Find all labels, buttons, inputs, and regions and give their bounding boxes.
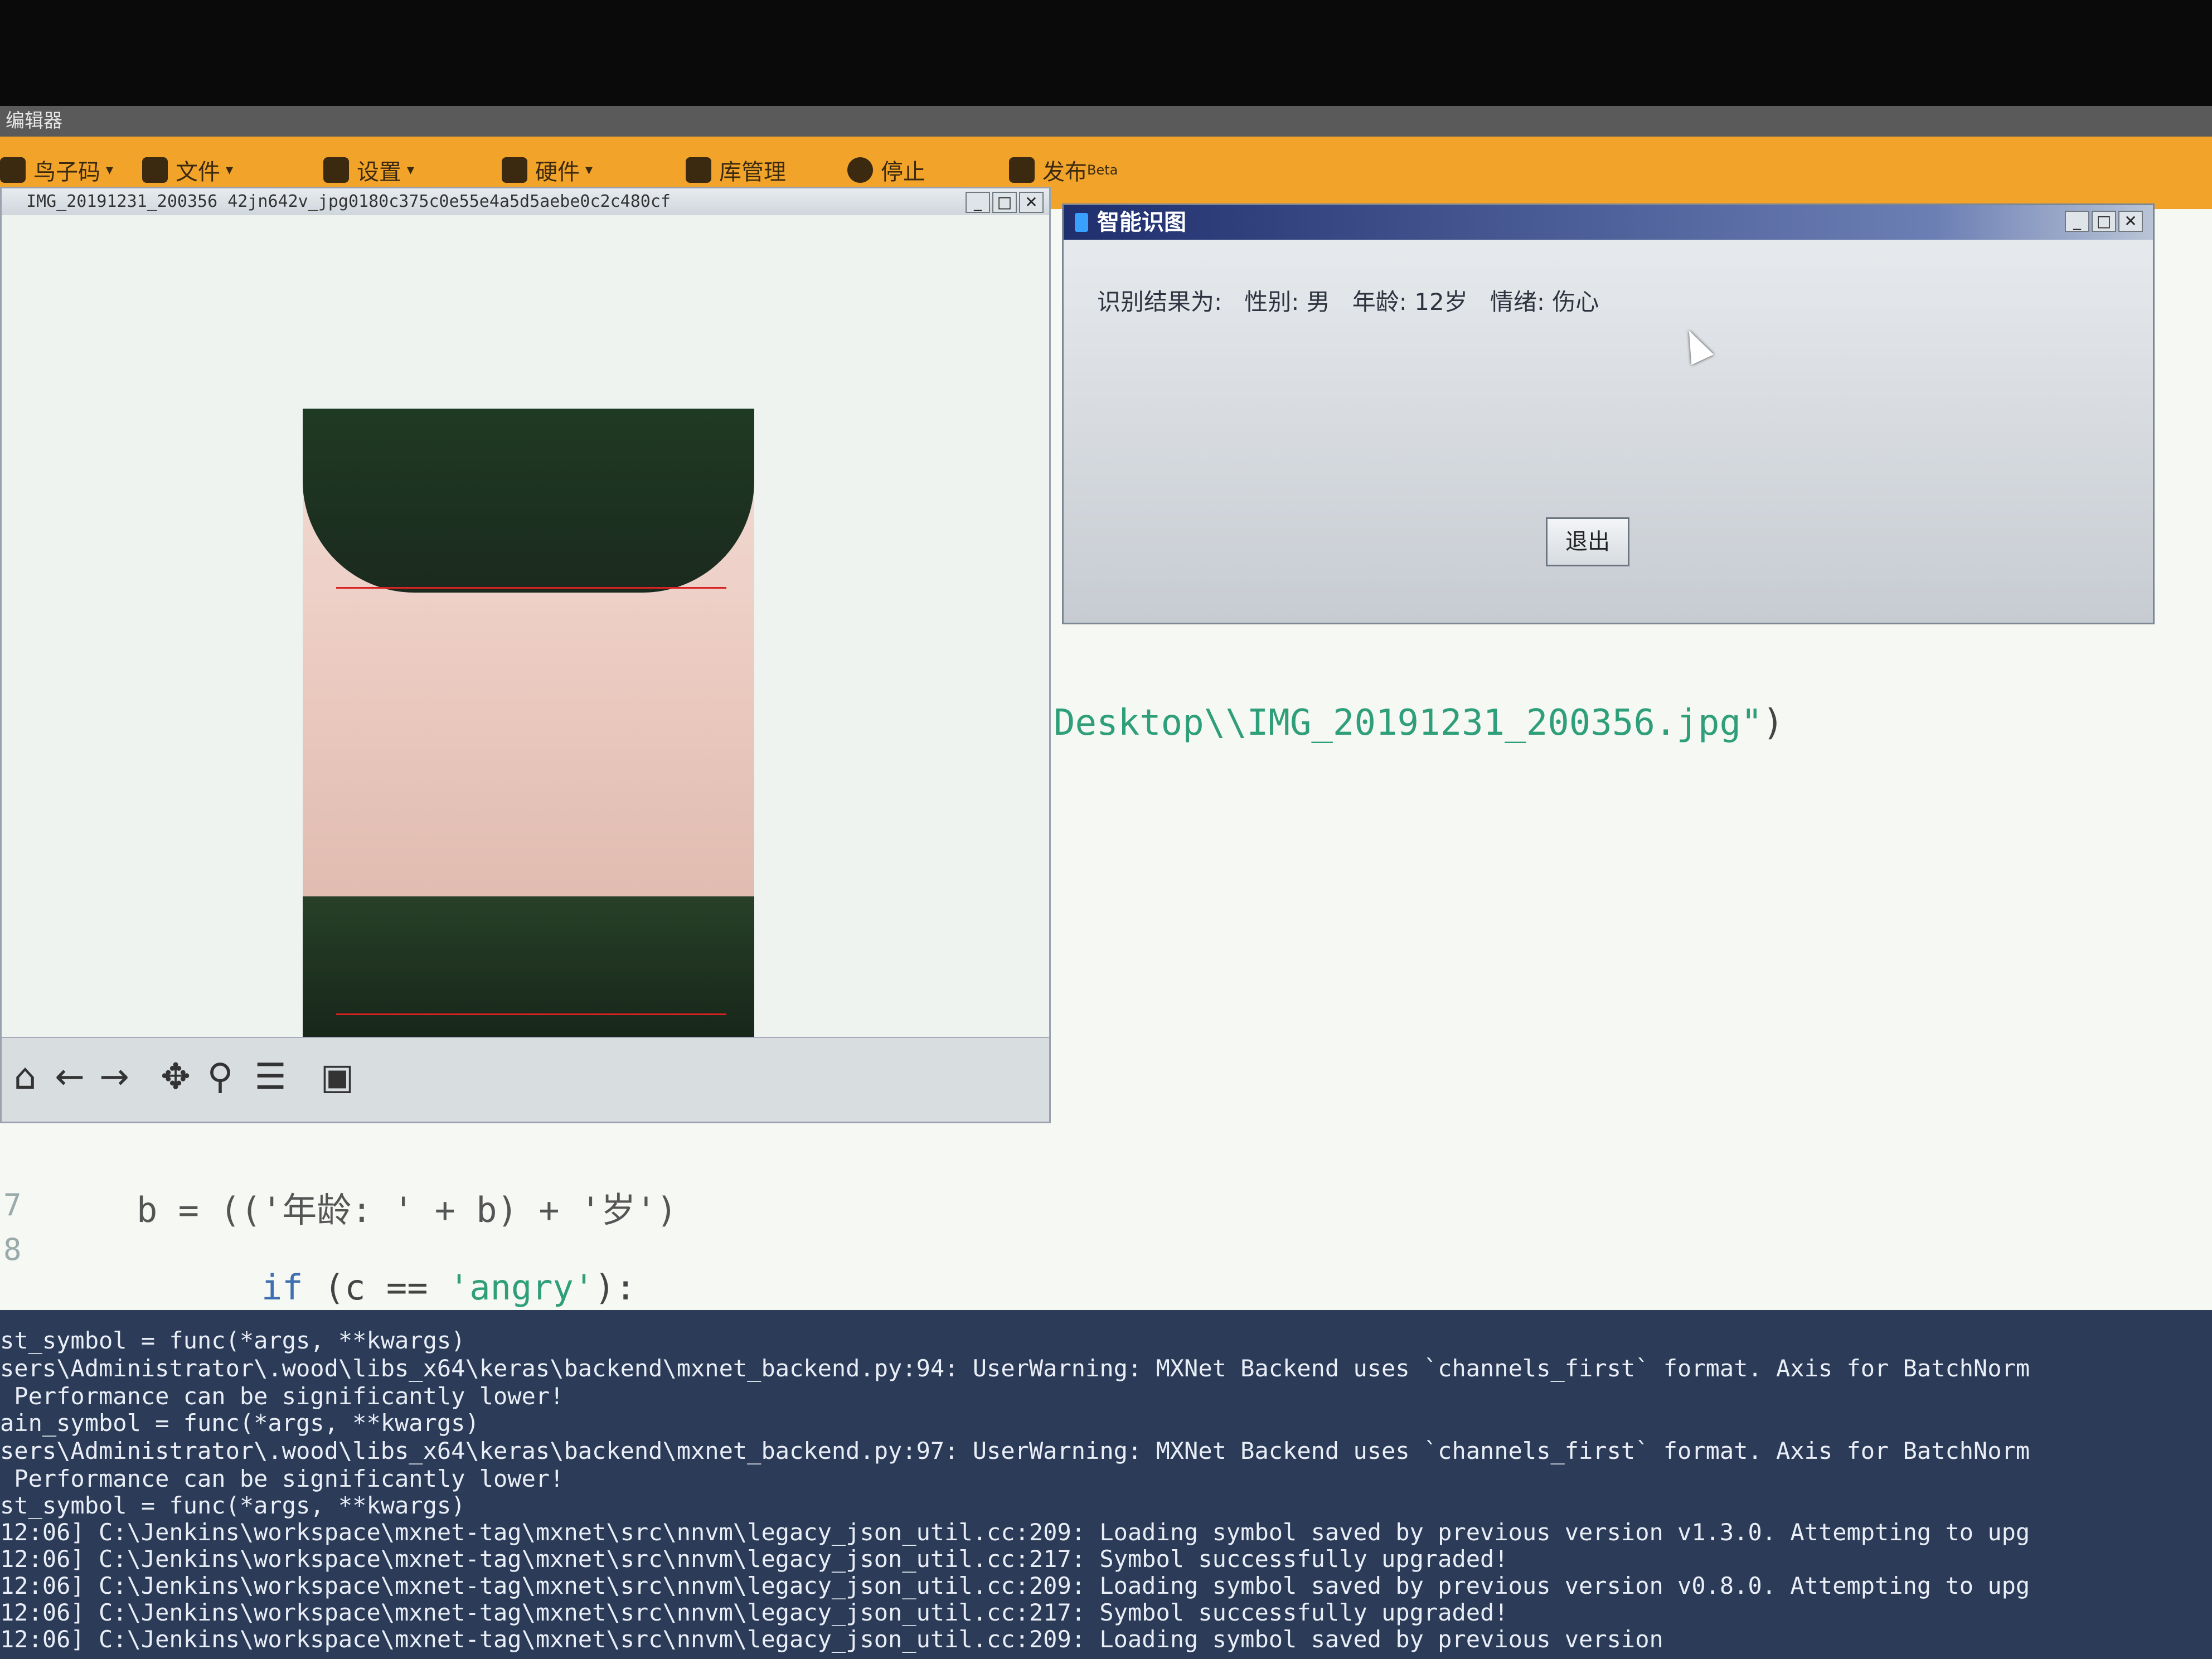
console-line: sers\Administrator\.wood\libs_x64\keras\… <box>0 1355 2030 1382</box>
console-line: 12:06] C:\Jenkins\workspace\mxnet-tag\mx… <box>0 1626 1663 1653</box>
photo-hair <box>303 409 754 593</box>
app-titlebar: 编辑器 <box>0 106 2212 137</box>
toolbar-item-publish[interactable]: 发布 Beta <box>1009 153 1118 187</box>
console-line: Performance can be significantly lower! <box>0 1382 564 1410</box>
image-viewer-window[interactable]: IMG_20191231_200356 42jn642v_jpg0180c375… <box>0 187 1051 1123</box>
maximize-button[interactable]: □ <box>992 192 1017 213</box>
toolbar-label: 硬件 <box>535 159 580 185</box>
toolbar-item-file[interactable]: 文件 ▾ <box>142 153 233 187</box>
minimize-button[interactable]: _ <box>2065 211 2089 232</box>
arrow-left-icon[interactable]: ← <box>46 1054 93 1100</box>
save-icon[interactable]: ▣ <box>314 1054 361 1100</box>
caret-down-icon: ▾ <box>585 162 593 178</box>
photo-sweater <box>303 896 754 1041</box>
dialog-titlebar[interactable]: 智能识图 <box>1064 205 2153 240</box>
send-icon <box>1009 157 1035 183</box>
stop-icon <box>847 157 873 183</box>
folder-icon <box>142 157 168 183</box>
code-text: ): <box>594 1267 636 1308</box>
console-line: st_symbol = func(*args, **kwargs) <box>0 1492 465 1519</box>
code-path-line: Desktop\\IMG_20191231_200356.jpg") <box>1054 702 1784 744</box>
result-gender: 性别: 男 <box>1244 288 1330 316</box>
caret-down-icon: ▾ <box>226 162 234 178</box>
result-text: 识别结果为: 性别: 男 年龄: 12岁 情绪: 伤心 <box>1097 283 1599 317</box>
sliders-icon[interactable]: ☰ <box>247 1054 294 1100</box>
detection-line-top <box>336 587 726 589</box>
maximize-button[interactable]: □ <box>2092 211 2116 232</box>
console-line: sers\Administrator\.wood\libs_x64\keras\… <box>0 1437 2030 1464</box>
toolbar-label: 鸟子码 <box>33 159 100 185</box>
console-line: 12:06] C:\Jenkins\workspace\mxnet-tag\mx… <box>0 1519 2030 1546</box>
line-number: 8 <box>3 1232 22 1267</box>
console-line: 12:06] C:\Jenkins\workspace\mxnet-tag\mx… <box>0 1599 1508 1626</box>
toolbar-item-settings[interactable]: 设置 ▾ <box>323 153 414 187</box>
console-line: 12:06] C:\Jenkins\workspace\mxnet-tag\mx… <box>0 1572 2030 1599</box>
puzzle-icon <box>0 157 26 183</box>
viewer-window-buttons: _ □ ✕ <box>966 192 1044 213</box>
code-string: 'angry' <box>448 1267 595 1308</box>
toolbar-item-hardware[interactable]: 硬件 ▾ <box>502 153 593 187</box>
result-emotion: 情绪: 伤心 <box>1490 288 1599 316</box>
dialog-window-buttons: _ □ ✕ <box>2065 211 2143 232</box>
console-output[interactable]: st_symbol = func(*args, **kwargs) sers\A… <box>0 1310 2212 1659</box>
toolbar-label: 停止 <box>881 159 925 185</box>
app-icon <box>1075 213 1088 232</box>
result-prefix: 识别结果为: <box>1097 288 1223 316</box>
toolbar-item-stop[interactable]: 停止 <box>847 153 925 187</box>
console-line: Performance can be significantly lower! <box>0 1465 564 1492</box>
viewer-toolbar: ⌂ ← → ✥ ⚲ ☰ ▣ <box>2 1037 1049 1122</box>
exit-button[interactable]: 退出 <box>1546 517 1629 566</box>
zoom-icon[interactable]: ⚲ <box>197 1054 244 1100</box>
beta-badge: Beta <box>1087 162 1118 178</box>
code-string: Desktop\\IMG_20191231_200356.jpg" <box>1054 702 1763 744</box>
minimize-button[interactable]: _ <box>966 192 990 213</box>
detection-line-bottom <box>336 1013 726 1015</box>
smart-recognition-dialog[interactable]: 智能识图 _ □ ✕ 识别结果为: 性别: 男 年龄: 12岁 情绪: 伤心 退… <box>1062 203 2155 624</box>
move-icon[interactable]: ✥ <box>152 1054 199 1100</box>
viewer-title: IMG_20191231_200356 42jn642v_jpg0180c375… <box>26 192 671 211</box>
console-line: st_symbol = func(*args, **kwargs) <box>0 1327 465 1354</box>
close-button[interactable]: ✕ <box>1019 192 1044 213</box>
console-line: 12:06] C:\Jenkins\workspace\mxnet-tag\mx… <box>0 1545 1508 1573</box>
face-photo <box>303 409 754 1041</box>
toolbar-label: 库管理 <box>719 159 786 185</box>
code-line-7: b = (('年龄: ' + b) + '岁') <box>137 1190 677 1230</box>
toolbar-item-code[interactable]: 鸟子码 ▾ <box>0 153 113 187</box>
code-text: (c == <box>303 1267 449 1308</box>
caret-down-icon: ▾ <box>106 162 114 178</box>
home-icon[interactable]: ⌂ <box>2 1054 48 1100</box>
console-line: ain_symbol = func(*args, **kwargs) <box>0 1409 479 1437</box>
gear-icon <box>323 157 349 183</box>
screen: 编辑器 鸟子码 ▾ 文件 ▾ 设置 ▾ 硬件 ▾ 库管理 停止 发布 Beta Deskt… <box>0 106 2212 1659</box>
app-title: 编辑器 <box>6 110 62 132</box>
code-keyword: if <box>261 1267 303 1308</box>
robot-icon <box>502 157 527 183</box>
toolbar-label: 设置 <box>357 159 401 185</box>
line-number: 7 <box>3 1187 22 1223</box>
dialog-title: 智能识图 <box>1097 210 1186 235</box>
code-paren: ) <box>1762 702 1784 744</box>
arrow-right-icon[interactable]: → <box>91 1054 138 1100</box>
toolbar-label: 文件 <box>176 159 220 185</box>
monitor-icon <box>686 157 711 183</box>
toolbar-item-library[interactable]: 库管理 <box>686 153 786 187</box>
viewer-titlebar[interactable]: IMG_20191231_200356 42jn642v_jpg0180c375… <box>2 188 1049 215</box>
toolbar-label: 发布 <box>1042 159 1087 185</box>
close-button[interactable]: ✕ <box>2118 211 2143 232</box>
caret-down-icon: ▾ <box>407 162 415 178</box>
result-age: 年龄: 12岁 <box>1352 288 1468 316</box>
